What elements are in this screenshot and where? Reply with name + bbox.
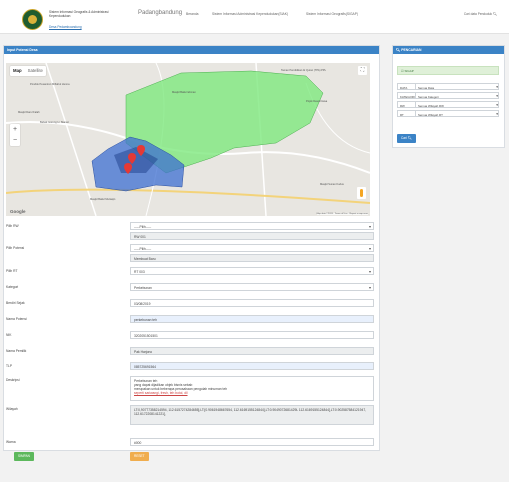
nik-label: NIK xyxy=(6,333,12,337)
map-place-label: Pondok Pesantren Miftahul Hunna xyxy=(30,83,70,86)
filter-select[interactable]: Semua Wilayah RT xyxy=(415,111,500,117)
nama-pemilik-input[interactable]: Pak Harjono xyxy=(130,347,374,355)
zoom-in-button[interactable]: + xyxy=(10,124,20,135)
simpan-button[interactable]: SIMPAN xyxy=(14,452,34,461)
filter-key: RW xyxy=(400,103,405,108)
filter-select[interactable]: Semua Data xyxy=(415,84,500,90)
map-attribution[interactable]: Map data ©2019 · Terms of Use · Report a… xyxy=(316,213,368,215)
warna-label: Warna xyxy=(6,440,16,444)
pilih-rt-label: Pilih RT xyxy=(6,269,18,273)
kategori-select[interactable]: Perkebunan xyxy=(130,283,374,291)
filter-rt[interactable]: RT Semua Wilayah RT xyxy=(397,110,499,117)
nik-input[interactable]: 3202051501501 xyxy=(130,331,374,339)
nav-sigap[interactable]: Sistem Informasi Geografis(SIGAP) xyxy=(306,12,358,16)
filter-key: KATEGORI xyxy=(400,94,415,99)
pilih-rw-label: Pilih RW xyxy=(6,224,19,228)
map-place-label: Masjid Darul Falah xyxy=(18,111,40,114)
top-bar: Sistem Informasi Geografis & Administras… xyxy=(0,0,509,34)
map-tab[interactable]: Map xyxy=(10,66,25,76)
fullscreen-icon[interactable]: ⛶ xyxy=(358,66,367,75)
warna-input[interactable]: #000 xyxy=(130,438,374,446)
wilayah-label: Wilayah xyxy=(6,407,18,411)
satellite-tab[interactable]: Satellite xyxy=(25,66,46,76)
berdiri-sejak-input[interactable]: 03/08/2019 xyxy=(130,299,374,307)
nama-potensi-input[interactable]: perkebunan teh xyxy=(130,315,374,323)
pilih-potensi-select[interactable]: -----Pilih----- xyxy=(130,244,374,252)
search-icon: 🔍︎ xyxy=(492,12,497,16)
rw-readonly: RW 001 xyxy=(130,232,374,240)
filter-select[interactable]: Semua Kategori xyxy=(415,93,500,99)
cari-label: Cari xyxy=(401,136,407,140)
tlp-label: TLP xyxy=(6,364,13,368)
filter-data[interactable]: DATA Semua Data xyxy=(397,83,499,90)
pencarian-title-label: PENCARIAN xyxy=(401,48,422,52)
pencarian-title: 🔍︎ PENCARIAN xyxy=(393,46,504,54)
cari-penduduk-label: Cari data Penduduk xyxy=(463,12,493,16)
brand-name[interactable]: Padangbandung xyxy=(138,10,182,16)
nama-potensi-label: Nama Potensi xyxy=(6,317,27,321)
panel-title: Input Potensi Desa xyxy=(4,46,379,54)
pilih-rw-select[interactable]: -----Pilih----- xyxy=(130,222,374,230)
reset-button[interactable]: RESET xyxy=(130,452,149,461)
sigap-badge: ☑ SIGAP xyxy=(397,66,499,75)
cari-penduduk-link[interactable]: Cari data Penduduk 🔍︎ xyxy=(464,12,497,16)
zoom-out-button[interactable]: − xyxy=(10,135,20,146)
desa-link[interactable]: Desa Pedamboandung xyxy=(49,25,82,29)
zoom-control: + − xyxy=(10,124,20,146)
deskripsi-label: Deskripsi xyxy=(6,378,20,382)
nav-siak[interactable]: Sistem Informasi Administrasi Kependuduk… xyxy=(212,12,288,16)
berdiri-sejak-label: Berdiri Sejak xyxy=(6,301,25,305)
map-place-label: Bebek Goreng H. Slamet xyxy=(40,121,69,124)
map-place-label: Taman Pendidikan Al Quran (TPA) PPL xyxy=(281,69,327,72)
filter-key: DATA xyxy=(400,85,408,90)
filter-key: RT xyxy=(400,112,404,117)
deskripsi-textarea[interactable]: Perkebunan teh yang dapat dijadikan obje… xyxy=(130,376,374,401)
potensi-readonly: Membuat Baru xyxy=(130,254,374,262)
cari-button[interactable]: Cari 🔍︎ xyxy=(397,134,416,143)
filter-rw[interactable]: RW Semua Wilayah RW xyxy=(397,101,499,108)
nav-beranda[interactable]: Beranda xyxy=(186,12,198,16)
filter-kategori[interactable]: KATEGORI Semua Kategori xyxy=(397,92,499,99)
sigap-label: SIGAP xyxy=(404,69,414,73)
pilih-rt-select[interactable]: RT 003 xyxy=(130,267,374,275)
nama-pemilik-label: Nama Pemilik xyxy=(6,349,27,353)
google-logo: Google xyxy=(10,209,26,214)
kategori-label: Kategori xyxy=(6,285,19,289)
search-icon: 🔍︎ xyxy=(396,48,401,52)
filter-select[interactable]: Semua Wilayah RW xyxy=(415,102,500,108)
pegman-icon[interactable] xyxy=(357,187,366,199)
map-place-label: Pojok Dewa Dawa xyxy=(306,100,328,103)
map[interactable]: Taman Pendidikan Al Quran (TPA) PPL Pond… xyxy=(6,63,370,216)
wilayah-textarea[interactable]: LT:0,90777358214594, 112.6157274284655],… xyxy=(130,405,374,425)
search-icon: 🔍︎ xyxy=(407,136,412,140)
tlp-input[interactable]: 085725691564 xyxy=(130,362,374,370)
map-place-label: Masjid Baitul Muttaqin xyxy=(90,198,116,201)
map-place-label: Masjid Baiturrahman xyxy=(172,91,196,94)
pilih-potensi-label: Pilih Potensi xyxy=(6,246,25,250)
map-type-control: Map Satellite xyxy=(10,66,46,76)
deskripsi-line: seperti sariwangi, fresh, teh botol, dll xyxy=(134,390,188,395)
main-nav: Padangbandung Beranda Sistem Informasi A… xyxy=(0,10,509,19)
map-place-label: Masjid Sunan Kudus xyxy=(320,183,344,186)
